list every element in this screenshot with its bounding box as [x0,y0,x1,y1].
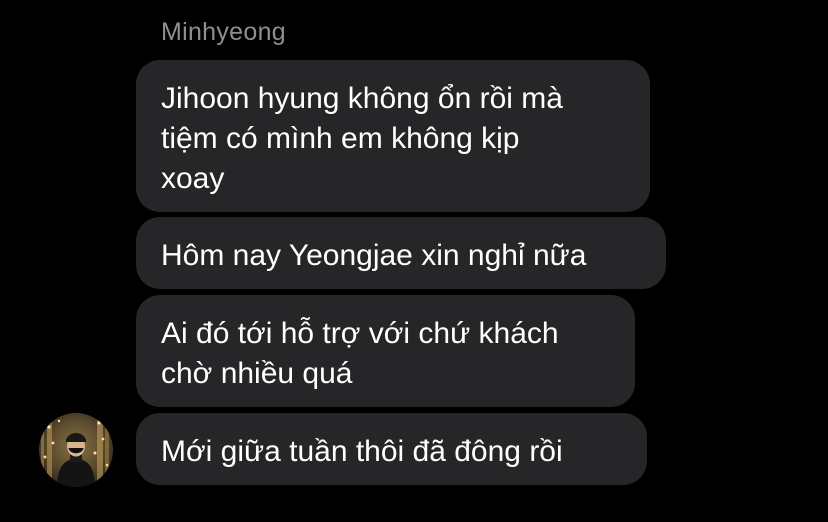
message-bubble[interactable]: Hôm nay Yeongjae xin nghỉ nữa [136,217,666,289]
message-bubble[interactable]: Jihoon hyung không ổn rồi mà tiệm có mìn… [136,60,650,212]
avatar[interactable] [39,413,113,487]
sender-name: Minhyeong [161,18,287,46]
message-text-line: xoay [161,162,225,195]
message-bubble[interactable]: Mới giữa tuần thôi đã đông rồi [136,413,647,485]
message-text-line: Hôm nay Yeongjae xin nghỉ nữa [161,239,587,272]
message-text-line: Mới giữa tuần thôi đã đông rồi [161,435,563,468]
avatar-photo [39,413,113,487]
message-text-line: Ai đó tới hỗ trợ với chứ khách [161,317,559,350]
message-text-line: tiệm có mình em không kịp [161,122,520,155]
message-text-line: chờ nhiều quá [161,357,353,390]
message-text-line: Jihoon hyung không ổn rồi mà [161,82,563,115]
message-bubble[interactable]: Ai đó tới hỗ trợ với chứ khách chờ nhiều… [136,295,635,407]
